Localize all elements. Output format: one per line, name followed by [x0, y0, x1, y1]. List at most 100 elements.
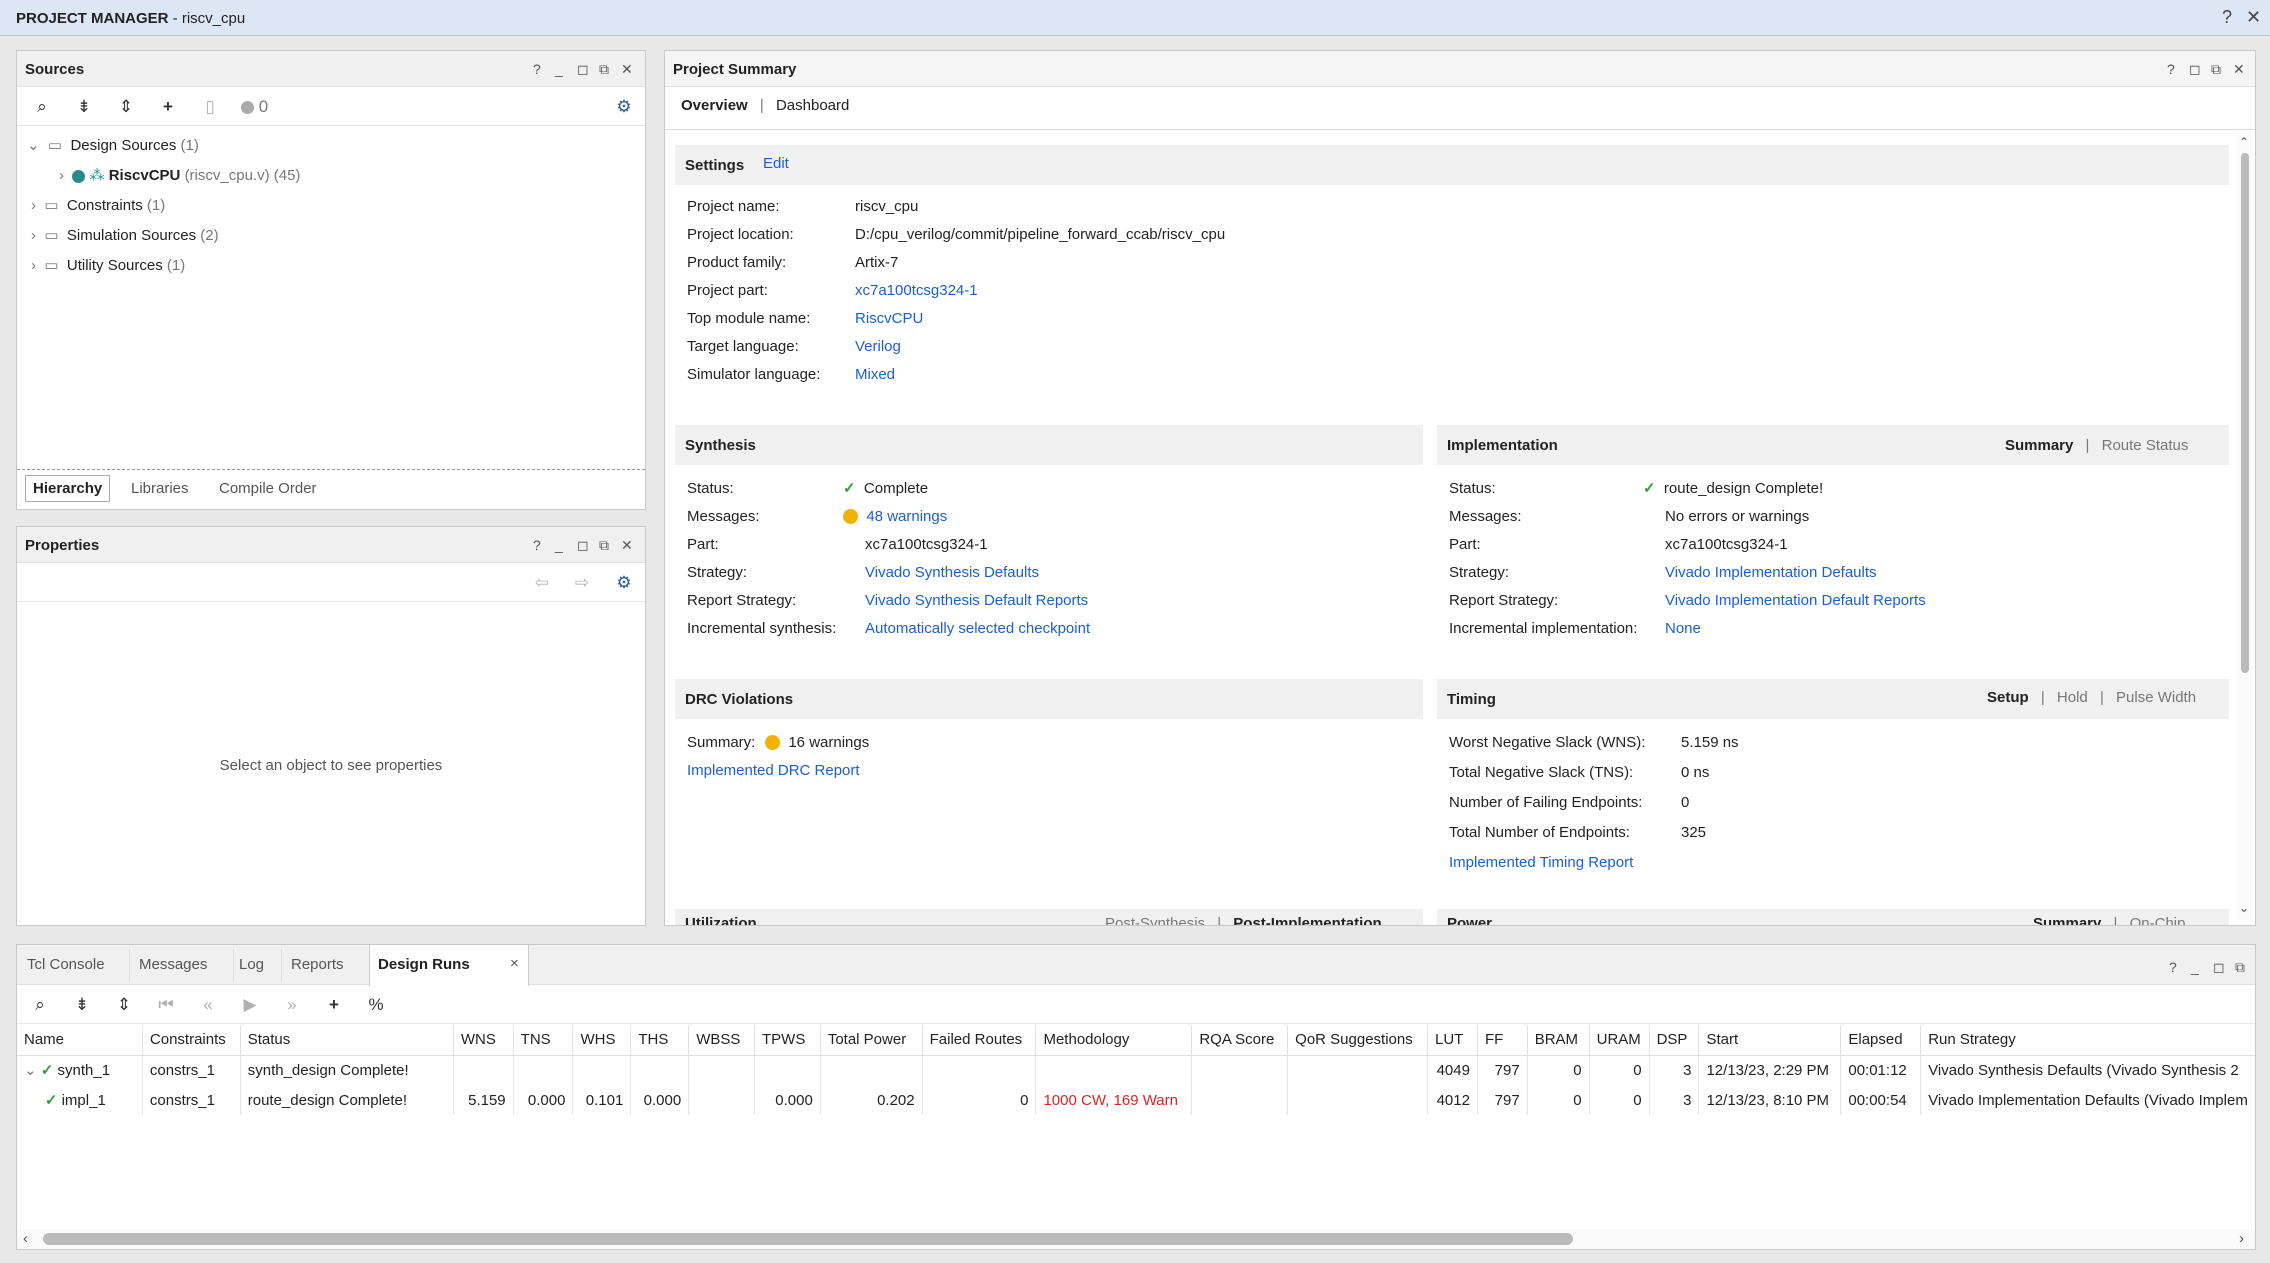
gear-icon[interactable]: ⚙ [613, 96, 635, 118]
chevron-up-icon[interactable]: ⌃ [2239, 135, 2249, 149]
collapse-all-icon[interactable]: ⇟ [73, 96, 95, 118]
col-whs[interactable]: WHS [572, 1025, 632, 1056]
restore-icon[interactable]: ◻ [2189, 61, 2201, 78]
col-wns[interactable]: WNS [453, 1025, 514, 1056]
cell-methodology[interactable] [1035, 1055, 1193, 1085]
close-icon[interactable]: ✕ [621, 537, 633, 554]
link-synth-strategy[interactable]: Vivado Synthesis Defaults [865, 563, 1039, 583]
vertical-scrollbar[interactable]: ⌃ ⌄ [2237, 135, 2253, 921]
chevron-right-icon[interactable]: › [59, 167, 64, 184]
rewind-icon[interactable]: « [197, 994, 219, 1016]
col-wbss[interactable]: WBSS [688, 1025, 756, 1056]
col-total-power[interactable]: Total Power [820, 1025, 923, 1056]
col-bram[interactable]: BRAM [1527, 1025, 1590, 1056]
tab-power-summary[interactable]: Summary [2033, 915, 2101, 925]
col-dsp[interactable]: DSP [1649, 1025, 1700, 1056]
chevron-left-icon[interactable]: ‹ [23, 1230, 28, 1247]
tab-setup[interactable]: Setup [1987, 689, 2029, 706]
gear-icon[interactable]: ⚙ [613, 572, 635, 594]
synth-warnings-link[interactable]: 48 warnings [866, 508, 947, 525]
add-sources-icon[interactable]: + [157, 96, 179, 118]
search-icon[interactable]: ⌕ [31, 96, 53, 118]
collapse-all-icon[interactable]: ⇟ [71, 994, 93, 1016]
timing-report-link[interactable]: Implemented Timing Report [1449, 853, 1633, 873]
scrollbar-thumb[interactable] [43, 1233, 1573, 1245]
tab-post-implementation[interactable]: Post-Implementation [1233, 915, 1381, 925]
col-status[interactable]: Status [240, 1025, 454, 1056]
chevron-down-icon[interactable]: ⌄ [27, 137, 40, 154]
tab-log[interactable]: Log [239, 956, 264, 973]
col-ths[interactable]: THS [630, 1025, 690, 1056]
tab-reports[interactable]: Reports [291, 956, 344, 973]
help-icon[interactable]: ? [2169, 959, 2177, 975]
tab-post-synthesis[interactable]: Post-Synthesis [1105, 915, 1205, 925]
tab-hold[interactable]: Hold [2057, 689, 2088, 706]
col-qor-suggestions[interactable]: QoR Suggestions [1287, 1025, 1428, 1056]
restore-icon[interactable]: ◻ [577, 537, 589, 554]
link-top-module[interactable]: RiscvCPU [855, 309, 923, 329]
close-icon[interactable]: ✕ [2246, 7, 2261, 28]
tab-compile-order[interactable]: Compile Order [219, 480, 317, 497]
float-icon[interactable]: ⧉ [599, 61, 609, 78]
expand-all-icon[interactable]: ⇕ [113, 994, 135, 1016]
col-elapsed[interactable]: Elapsed [1840, 1025, 1922, 1056]
horizontal-scrollbar[interactable]: ‹ › [17, 1229, 2255, 1249]
link-target-language[interactable]: Verilog [855, 337, 901, 357]
col-name[interactable]: Name [17, 1025, 143, 1056]
link-project-part[interactable]: xc7a100tcsg324-1 [855, 281, 978, 301]
col-run-strategy[interactable]: Run Strategy [1920, 1025, 2255, 1056]
help-icon[interactable]: ? [533, 537, 541, 553]
tab-route-status[interactable]: Route Status [2102, 437, 2189, 454]
minimize-icon[interactable]: _ [555, 61, 563, 77]
help-icon[interactable]: ? [533, 61, 541, 77]
minimize-icon[interactable]: _ [555, 537, 563, 553]
link-impl-strategy[interactable]: Vivado Implementation Defaults [1665, 563, 1877, 583]
close-tab-icon[interactable]: × [510, 955, 519, 972]
help-icon[interactable]: ? [2222, 7, 2232, 28]
tab-overview[interactable]: Overview [681, 97, 748, 114]
first-icon[interactable]: ⏮ [155, 994, 177, 1016]
link-incremental-impl[interactable]: None [1665, 619, 1701, 639]
expand-all-icon[interactable]: ⇕ [115, 96, 137, 118]
col-constraints[interactable]: Constraints [142, 1025, 241, 1056]
minimize-icon[interactable]: _ [2191, 959, 2199, 975]
float-icon[interactable]: ⧉ [599, 537, 609, 554]
col-uram[interactable]: URAM [1589, 1025, 1650, 1056]
restore-icon[interactable]: ◻ [577, 61, 589, 78]
chevron-down-icon[interactable]: ⌄ [24, 1062, 37, 1079]
close-icon[interactable]: ✕ [621, 61, 633, 78]
search-icon[interactable]: ⌕ [29, 994, 51, 1016]
chevron-right-icon[interactable]: › [31, 227, 36, 244]
scrollbar-thumb[interactable] [2241, 153, 2249, 673]
cell-methodology[interactable]: 1000 CW, 169 Warn [1035, 1085, 1193, 1115]
col-ff[interactable]: FF [1477, 1025, 1528, 1056]
tree-item-simulation-sources[interactable]: › ▭ Simulation Sources (2) [31, 225, 219, 247]
float-icon[interactable]: ⧉ [2235, 959, 2245, 976]
tree-item-utility-sources[interactable]: › ▭ Utility Sources (1) [31, 255, 185, 277]
col-failed-routes[interactable]: Failed Routes [922, 1025, 1037, 1056]
fast-forward-icon[interactable]: » [281, 994, 303, 1016]
col-methodology[interactable]: Methodology [1035, 1025, 1193, 1056]
back-arrow-icon[interactable]: ⇦ [531, 572, 553, 594]
tree-item-constraints[interactable]: › ▭ Constraints (1) [31, 195, 165, 217]
table-row[interactable]: ⌄ ✓ synth_1 constrs_1 synth_design Compl… [17, 1055, 2255, 1085]
col-tns[interactable]: TNS [513, 1025, 574, 1056]
chevron-down-icon[interactable]: ⌄ [2239, 901, 2249, 915]
tab-impl-summary[interactable]: Summary [2005, 437, 2073, 454]
link-incremental-synthesis[interactable]: Automatically selected checkpoint [865, 619, 1090, 639]
percent-icon[interactable]: % [365, 994, 387, 1016]
close-icon[interactable]: ✕ [2233, 61, 2245, 78]
drc-report-link[interactable]: Implemented DRC Report [687, 761, 860, 781]
table-row[interactable]: ✓ impl_1 constrs_1 route_design Complete… [17, 1085, 2255, 1115]
tree-item-riscvcpu[interactable]: › ⁂ RiscvCPU (riscv_cpu.v) (45) [59, 165, 300, 187]
help-icon[interactable]: ? [2167, 61, 2175, 77]
forward-arrow-icon[interactable]: ⇨ [571, 572, 593, 594]
chevron-right-icon[interactable]: › [31, 257, 36, 274]
col-rqa-score[interactable]: RQA Score [1191, 1025, 1289, 1056]
file-icon[interactable]: ▯ [199, 96, 221, 118]
col-start[interactable]: Start [1698, 1025, 1842, 1056]
tab-tcl-console[interactable]: Tcl Console [27, 956, 105, 973]
restore-icon[interactable]: ◻ [2213, 959, 2225, 976]
play-icon[interactable]: ▶ [239, 994, 261, 1016]
float-icon[interactable]: ⧉ [2211, 61, 2221, 78]
